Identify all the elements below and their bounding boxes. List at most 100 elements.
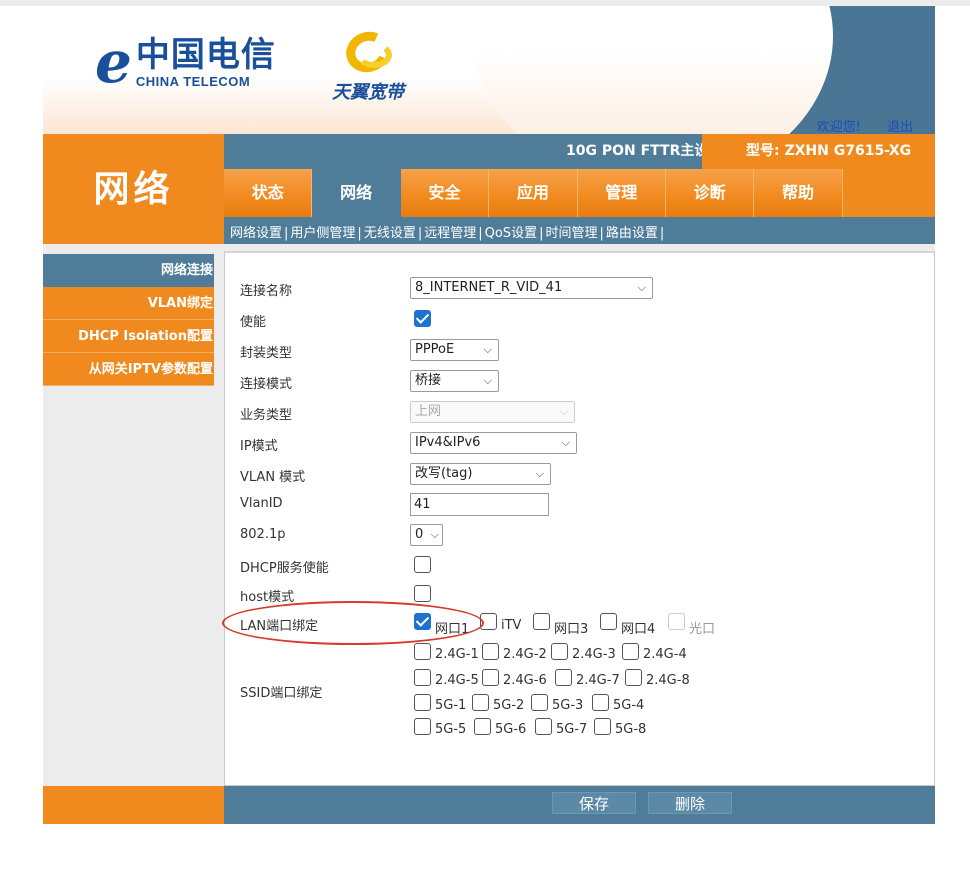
enable-checkbox[interactable]	[414, 310, 431, 327]
lan-port-label-1: iTV	[501, 618, 522, 633]
lan-port-checkbox-3[interactable]	[600, 613, 617, 630]
ssid-label-1-2: 2.4G-7	[576, 673, 620, 688]
ssid-label-0-2: 2.4G-3	[572, 647, 616, 662]
ssid-checkbox-3-2[interactable]	[535, 718, 552, 735]
ssid-checkbox-3-1[interactable]	[474, 718, 491, 735]
device-name: 10G PON FTTR主设备	[566, 143, 723, 159]
lan-port-label-4: 光口	[689, 622, 716, 637]
subnav-item-1[interactable]: 用户侧管理	[290, 226, 355, 241]
subnav-separator: |	[284, 226, 289, 241]
sidebar-item-3[interactable]: 从网关IPTV参数配置	[43, 353, 214, 386]
ssid-label-2-0: 5G-1	[435, 698, 467, 713]
lan-port-label-3: 网口4	[621, 622, 656, 637]
tianyi-broadband-logo: 天翼宽带	[323, 25, 413, 104]
subnav-separator: |	[539, 226, 544, 241]
host-mode-label: host模式	[240, 590, 295, 605]
connection-name-select[interactable]: 8_INTERNET_R_VID_41 ⌵	[410, 277, 653, 299]
sidebar-item-2[interactable]: DHCP Isolation配置	[43, 320, 214, 353]
subnav-item-5[interactable]: 时间管理	[545, 226, 597, 241]
ssid-checkbox-1-3[interactable]	[625, 669, 642, 686]
service-type-select: 上网 ⌵	[410, 401, 575, 423]
header-banner: e 中国电信 CHINA TELECOM 天翼宽带 欢迎您! 退出	[43, 6, 935, 134]
ssid-label-3-2: 5G-7	[556, 722, 588, 737]
connection-mode-label: 连接模式	[240, 377, 293, 392]
vlan-id-label: VlanID	[240, 496, 283, 511]
subnav-separator: |	[659, 226, 665, 241]
ssid-checkbox-0-1[interactable]	[482, 643, 499, 660]
delete-button[interactable]: 删除	[648, 792, 732, 814]
nav-tab-3[interactable]: 应用	[489, 169, 578, 217]
subnav-item-0[interactable]: 网络设置	[230, 226, 282, 241]
ip-mode-label: IP模式	[240, 439, 278, 454]
ssid-checkbox-0-0[interactable]	[414, 643, 431, 660]
ssid-checkbox-1-0[interactable]	[414, 669, 431, 686]
lan-port-label-2: 网口3	[554, 622, 589, 637]
subnav-item-3[interactable]: 远程管理	[424, 226, 476, 241]
device-info-bar: 10G PON FTTR主设备 型号: ZXHN G7615-XG	[224, 134, 935, 169]
dhcp-server-label: DHCP服务使能	[240, 561, 329, 576]
connection-name-label: 连接名称	[240, 284, 293, 299]
chevron-down-icon: ⌵	[559, 405, 568, 418]
host-mode-checkbox[interactable]	[414, 585, 431, 602]
ssid-label-3-1: 5G-6	[495, 722, 527, 737]
ssid-label-2-3: 5G-4	[613, 698, 645, 713]
dot1p-select[interactable]: 0 ⌵	[410, 524, 443, 546]
nav-tab-5[interactable]: 诊断	[665, 169, 755, 217]
ssid-label-3-0: 5G-5	[435, 722, 467, 737]
nav-tab-6[interactable]: 帮助	[754, 169, 843, 217]
nav-tab-1[interactable]: 网络	[312, 169, 401, 217]
ssid-label-0-1: 2.4G-2	[503, 647, 547, 662]
welcome-link[interactable]: 欢迎您!	[817, 120, 861, 134]
lan-port-checkbox-2[interactable]	[533, 613, 550, 630]
enable-label: 使能	[240, 315, 267, 330]
nav-tab-2[interactable]: 安全	[400, 169, 490, 217]
ssid-checkbox-2-3[interactable]	[592, 694, 609, 711]
subnav-separator: |	[357, 226, 362, 241]
footer-bar: 保存 删除	[224, 786, 935, 824]
chevron-down-icon: ⌵	[483, 374, 492, 387]
logout-link[interactable]: 退出	[887, 120, 913, 134]
nav-tab-4[interactable]: 管理	[577, 169, 666, 217]
chevron-down-icon: ⌵	[561, 436, 570, 449]
red-annotation-ellipse	[222, 601, 484, 645]
china-telecom-logo: e 中国电信 CHINA TELECOM	[95, 33, 276, 91]
chevron-down-icon: ⌵	[483, 343, 492, 356]
logo-chinese-text: 中国电信	[135, 35, 276, 75]
ssid-checkbox-0-2[interactable]	[551, 643, 568, 660]
nav-tab-0[interactable]: 状态	[224, 169, 313, 217]
vlan-id-input[interactable]: 41	[410, 493, 549, 516]
main-nav: 状态 网络 安全 应用 管理 诊断 帮助	[224, 169, 935, 217]
connection-mode-select[interactable]: 桥接 ⌵	[410, 370, 499, 392]
service-type-label: 业务类型	[240, 408, 293, 423]
sidebar: 网络连接 VLAN绑定 DHCP Isolation配置 从网关IPTV参数配置	[43, 244, 224, 786]
ip-mode-select[interactable]: IPv4&IPv6 ⌵	[410, 432, 577, 454]
sidebar-item-1[interactable]: VLAN绑定	[43, 287, 214, 320]
sub-nav: 网络设置 | 用户侧管理 | 无线设置 | 远程管理 | QoS设置 | 时间管理 | 路由设置 |	[224, 217, 935, 244]
device-model: 型号: ZXHN G7615-XG	[702, 134, 935, 169]
ssid-checkbox-2-2[interactable]	[531, 694, 548, 711]
subnav-item-2[interactable]: 无线设置	[364, 226, 416, 241]
chevron-down-icon: ⌵	[637, 281, 646, 294]
save-button[interactable]: 保存	[552, 792, 636, 814]
ssid-label-0-3: 2.4G-4	[643, 647, 687, 662]
settings-panel: 连接名称 8_INTERNET_R_VID_41 ⌵ 使能 封装类型 PPPoE ⌵…	[224, 251, 935, 786]
ssid-label-1-3: 2.4G-8	[646, 673, 690, 688]
sidebar-item-0[interactable]: 网络连接	[43, 254, 214, 287]
vlan-mode-label: VLAN 模式	[240, 470, 306, 485]
ssid-checkbox-2-1[interactable]	[472, 694, 489, 711]
subnav-item-6[interactable]: 路由设置	[606, 226, 658, 241]
ssid-checkbox-0-3[interactable]	[622, 643, 639, 660]
encapsulation-select[interactable]: PPPoE ⌵	[410, 339, 499, 361]
dhcp-server-checkbox[interactable]	[414, 556, 431, 573]
ssid-label-0-0: 2.4G-1	[435, 647, 479, 662]
vlan-mode-select[interactable]: 改写(tag) ⌵	[410, 463, 551, 485]
ssid-checkbox-1-1[interactable]	[482, 669, 499, 686]
ssid-checkbox-3-0[interactable]	[414, 718, 431, 735]
chevron-down-icon: ⌵	[535, 467, 544, 480]
ssid-label-1-0: 2.4G-5	[435, 673, 479, 688]
ssid-checkbox-3-3[interactable]	[594, 718, 611, 735]
ssid-checkbox-2-0[interactable]	[414, 694, 431, 711]
subnav-item-4[interactable]: QoS设置	[485, 226, 537, 241]
section-title: 网络	[43, 134, 224, 244]
ssid-checkbox-1-2[interactable]	[555, 669, 572, 686]
